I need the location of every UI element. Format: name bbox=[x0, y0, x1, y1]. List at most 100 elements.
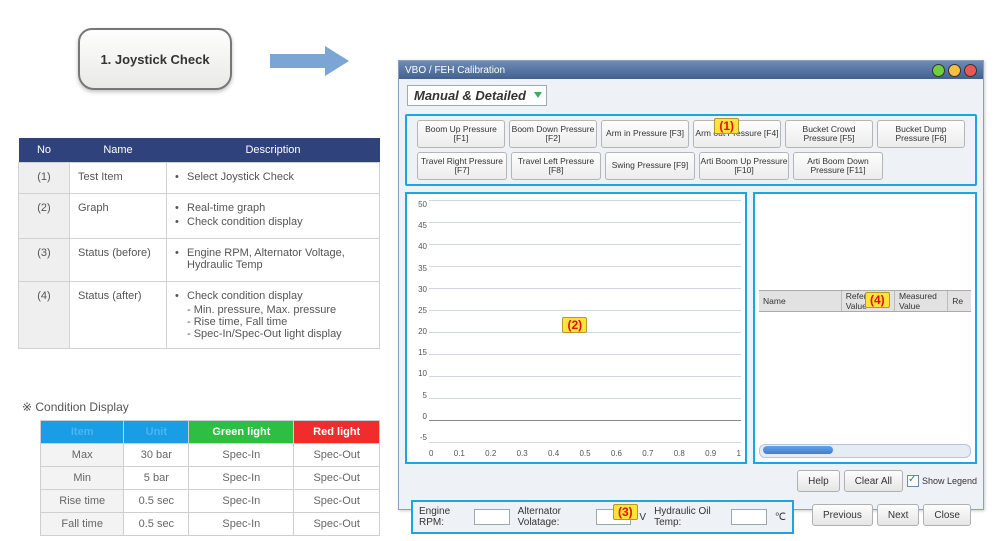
hyd-temp-label: Hydraulic Oil Temp: bbox=[654, 506, 723, 528]
desc-name-1: Test Item bbox=[70, 163, 167, 194]
cond-cell: Rise time bbox=[41, 490, 124, 513]
ytick: 50 bbox=[418, 200, 427, 209]
cond-cell: 0.5 sec bbox=[124, 513, 189, 536]
y-axis: 50454035302520151050-5 bbox=[409, 200, 427, 442]
ytick: 35 bbox=[418, 264, 427, 273]
desc-bullet: Engine RPM, Alternator Voltage, Hydrauli… bbox=[187, 247, 371, 271]
xtick: 0.7 bbox=[642, 449, 653, 458]
cond-th-item: Item bbox=[41, 421, 124, 444]
desc-bullet: Select Joystick Check bbox=[187, 171, 371, 183]
boom-down-button[interactable]: Boom Down Pressure [F2] bbox=[509, 120, 597, 148]
joystick-check-label: 1. Joystick Check bbox=[100, 52, 209, 67]
clear-all-button[interactable]: Clear All bbox=[844, 470, 903, 492]
volt-unit: V bbox=[639, 512, 646, 523]
xtick: 0.6 bbox=[611, 449, 622, 458]
travel-right-button[interactable]: Travel Right Pressure [F7] bbox=[417, 152, 507, 180]
thdr-meas: Measured Value bbox=[895, 291, 948, 311]
window-title: VBO / FEH Calibration bbox=[405, 65, 505, 76]
ytick: 5 bbox=[423, 391, 427, 400]
xtick: 0.9 bbox=[705, 449, 716, 458]
cond-cell: Spec-In bbox=[189, 513, 294, 536]
ytick: -5 bbox=[420, 433, 427, 442]
xtick: 0.8 bbox=[674, 449, 685, 458]
thdr-re: Re bbox=[948, 291, 971, 311]
swing-button[interactable]: Swing Pressure [F9] bbox=[605, 152, 695, 180]
ytick: 20 bbox=[418, 327, 427, 336]
desc-th-name: Name bbox=[70, 138, 167, 163]
xtick: 1 bbox=[737, 449, 741, 458]
ytick: 30 bbox=[418, 285, 427, 294]
help-button[interactable]: Help bbox=[797, 470, 840, 492]
joystick-check-box: 1. Joystick Check bbox=[78, 28, 232, 90]
arti-boom-down-button[interactable]: Arti Boom Down Pressure [F11] bbox=[793, 152, 883, 180]
xtick: 0.4 bbox=[548, 449, 559, 458]
thdr-name: Name bbox=[759, 291, 842, 311]
cond-cell: Spec-In bbox=[189, 467, 294, 490]
cond-cell: Spec-In bbox=[189, 490, 294, 513]
previous-button[interactable]: Previous bbox=[812, 504, 873, 526]
checkbox-icon bbox=[907, 475, 919, 487]
ytick: 15 bbox=[418, 348, 427, 357]
engine-rpm-label: Engine RPM: bbox=[419, 506, 466, 528]
bucket-dump-button[interactable]: Bucket Dump Pressure [F6] bbox=[877, 120, 965, 148]
test-item-group: Boom Up Pressure [F1] Boom Down Pressure… bbox=[405, 114, 977, 186]
arm-in-button[interactable]: Arm in Pressure [F3] bbox=[601, 120, 689, 148]
cond-th-unit: Unit bbox=[124, 421, 189, 444]
status-bar: Engine RPM: Alternator Volatage: V Hydra… bbox=[411, 500, 794, 534]
show-legend-label: Show Legend bbox=[922, 476, 977, 486]
cond-cell: Spec-Out bbox=[294, 444, 380, 467]
desc-desc-1: Select Joystick Check bbox=[167, 163, 380, 194]
arti-boom-up-button[interactable]: Arti Boom Up Pressure [F10] bbox=[699, 152, 789, 180]
maximize-icon[interactable] bbox=[948, 64, 961, 77]
desc-th-desc: Description bbox=[167, 138, 380, 163]
temp-unit: ℃ bbox=[775, 512, 786, 523]
mode-select[interactable]: Manual & Detailed bbox=[407, 85, 547, 106]
window-buttons bbox=[932, 64, 977, 77]
bucket-crowd-button[interactable]: Bucket Crowd Pressure [F5] bbox=[785, 120, 873, 148]
ytick: 45 bbox=[418, 221, 427, 230]
horizontal-scrollbar[interactable] bbox=[759, 444, 971, 458]
cond-cell: Min bbox=[41, 467, 124, 490]
cond-cell: Spec-Out bbox=[294, 467, 380, 490]
desc-desc-3: Engine RPM, Alternator Voltage, Hydrauli… bbox=[167, 239, 380, 282]
ytick: 0 bbox=[423, 412, 427, 421]
desc-name-2: Graph bbox=[70, 194, 167, 239]
close-button[interactable]: Close bbox=[923, 504, 971, 526]
arrow-icon bbox=[270, 46, 360, 76]
hyd-temp-field[interactable] bbox=[731, 509, 767, 525]
cond-cell: 30 bar bbox=[124, 444, 189, 467]
xtick: 0 bbox=[429, 449, 433, 458]
mode-select-label: Manual & Detailed bbox=[414, 88, 526, 103]
desc-name-3: Status (before) bbox=[70, 239, 167, 282]
travel-left-button[interactable]: Travel Left Pressure [F8] bbox=[511, 152, 601, 180]
desc-bullet: Real-time graph bbox=[187, 202, 371, 214]
xtick: 0.3 bbox=[517, 449, 528, 458]
desc-name-4: Status (after) bbox=[70, 282, 167, 349]
alt-volt-label: Alternator Volatage: bbox=[518, 506, 588, 528]
desc-desc-2: Real-time graph Check condition display bbox=[167, 194, 380, 239]
desc-bullet: Check condition display bbox=[187, 216, 371, 228]
desc-sub: - Spec-In/Spec-Out light display bbox=[175, 328, 371, 340]
close-icon[interactable] bbox=[964, 64, 977, 77]
desc-desc-4: Check condition display - Min. pressure,… bbox=[167, 282, 380, 349]
desc-no-3: (3) bbox=[19, 239, 70, 282]
graph-panel: 50454035302520151050-5 00.10.20.30.40.50… bbox=[405, 192, 747, 464]
xtick: 0.1 bbox=[454, 449, 465, 458]
condition-display-label: ※ Condition Display bbox=[22, 400, 129, 414]
boom-up-button[interactable]: Boom Up Pressure [F1] bbox=[417, 120, 505, 148]
show-legend-checkbox[interactable]: Show Legend bbox=[907, 475, 977, 487]
desc-th-no: No bbox=[19, 138, 70, 163]
minimize-icon[interactable] bbox=[932, 64, 945, 77]
engine-rpm-field[interactable] bbox=[474, 509, 510, 525]
cond-th-red: Red light bbox=[294, 421, 380, 444]
cond-th-green: Green light bbox=[189, 421, 294, 444]
desc-no-2: (2) bbox=[19, 194, 70, 239]
app-window: VBO / FEH Calibration Manual & Detailed … bbox=[398, 60, 984, 510]
callout-2: (2) bbox=[562, 317, 587, 333]
next-button[interactable]: Next bbox=[877, 504, 920, 526]
callout-4: (4) bbox=[865, 292, 890, 308]
cond-cell: Spec-Out bbox=[294, 513, 380, 536]
ytick: 25 bbox=[418, 306, 427, 315]
desc-bullet: Check condition display bbox=[187, 290, 371, 302]
xtick: 0.2 bbox=[485, 449, 496, 458]
